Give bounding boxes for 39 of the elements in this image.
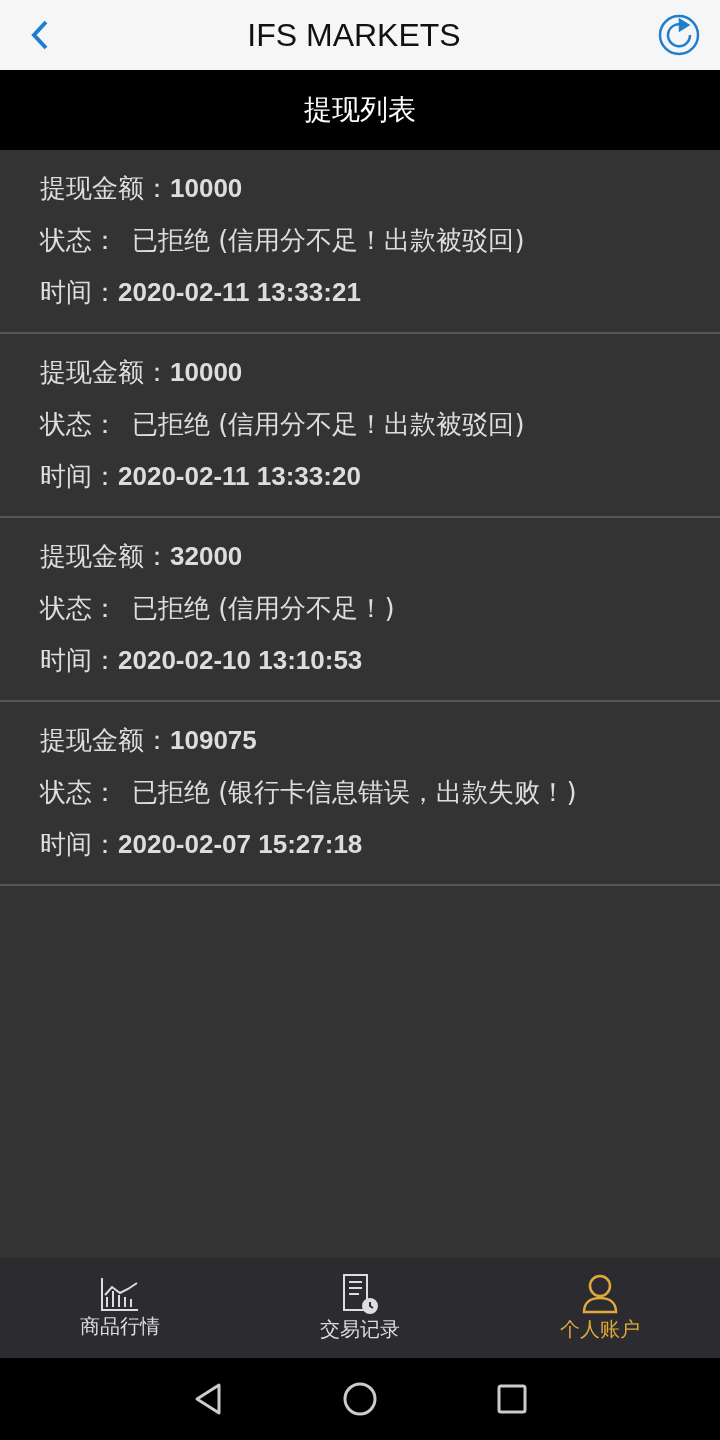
amount-value: 10000 — [170, 172, 243, 204]
refresh-icon — [658, 14, 700, 56]
document-clock-icon — [341, 1273, 379, 1314]
refresh-button[interactable] — [658, 14, 700, 56]
time-label: 时间： — [40, 643, 118, 677]
amount-label: 提现金额： — [40, 723, 170, 757]
amount-label: 提现金额： — [40, 171, 170, 205]
amount-label: 提现金额： — [40, 539, 170, 573]
amount-value: 109075 — [170, 724, 257, 756]
amount-label: 提现金额： — [40, 355, 170, 389]
time-label: 时间： — [40, 275, 118, 309]
status-value: 已拒绝 (银行卡信息错误，出款失败！) — [132, 775, 577, 809]
nav-tab[interactable]: 交易记录 — [240, 1258, 480, 1358]
recents-square-icon[interactable] — [497, 1384, 527, 1414]
chart-icon — [100, 1276, 140, 1311]
time-value: 2020-02-07 15:27:18 — [118, 828, 363, 860]
status-label: 状态： — [40, 775, 118, 809]
status-label: 状态： — [40, 591, 118, 625]
nav-tab[interactable]: 个人账户 — [480, 1258, 720, 1358]
status-value: 已拒绝 (信用分不足！出款被驳回) — [132, 407, 525, 441]
home-circle-icon[interactable] — [343, 1382, 377, 1416]
back-triangle-icon[interactable] — [193, 1382, 223, 1416]
status-value: 已拒绝 (信用分不足！) — [132, 591, 395, 625]
time-label: 时间： — [40, 827, 118, 861]
app-title: IFS MARKETS — [247, 16, 461, 54]
back-button[interactable] — [30, 19, 50, 51]
person-icon — [581, 1273, 619, 1314]
nav-tab[interactable]: 商品行情 — [0, 1258, 240, 1358]
time-value: 2020-02-11 13:33:20 — [118, 460, 361, 492]
time-value: 2020-02-11 13:33:21 — [118, 276, 361, 308]
amount-value: 10000 — [170, 356, 243, 388]
amount-value: 32000 — [170, 540, 243, 572]
back-icon — [30, 19, 50, 51]
status-label: 状态： — [40, 223, 118, 257]
time-label: 时间： — [40, 459, 118, 493]
time-value: 2020-02-10 13:10:53 — [118, 644, 363, 676]
status-label: 状态： — [40, 407, 118, 441]
status-value: 已拒绝 (信用分不足！出款被驳回) — [132, 223, 525, 257]
page-title: 提现列表 — [304, 92, 416, 128]
